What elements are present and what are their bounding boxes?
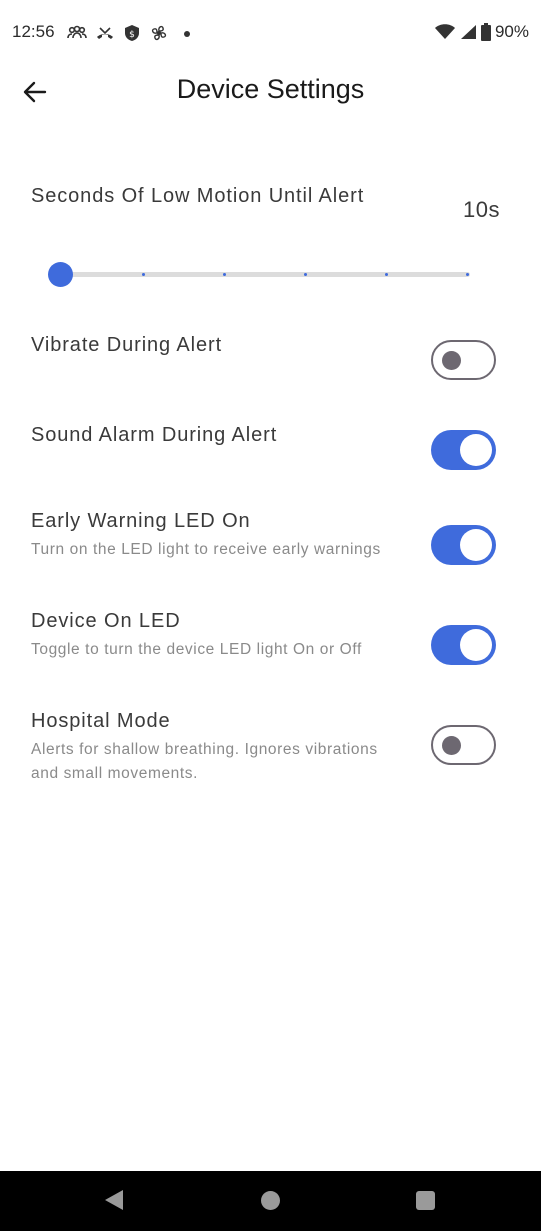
slider-tick xyxy=(385,273,388,276)
early-warning-label: Early Warning LED On xyxy=(31,510,251,532)
slider-tick xyxy=(466,273,469,276)
hospital-mode-toggle[interactable] xyxy=(431,725,496,765)
status-right: 90% xyxy=(434,22,529,42)
toggle-knob xyxy=(460,434,492,466)
sound-toggle[interactable] xyxy=(431,430,496,470)
device-led-description: Toggle to turn the device LED light On o… xyxy=(31,641,362,658)
early-warning-toggle[interactable] xyxy=(431,525,496,565)
nav-home-icon[interactable] xyxy=(261,1191,280,1210)
low-motion-slider-thumb[interactable] xyxy=(48,262,73,287)
vibrate-label: Vibrate During Alert xyxy=(31,334,223,356)
battery-icon xyxy=(480,23,491,41)
sound-label: Sound Alarm During Alert xyxy=(31,424,278,446)
nav-recents-icon[interactable] xyxy=(416,1191,435,1210)
hospital-mode-label: Hospital Mode xyxy=(31,710,171,732)
status-time: 12:56 xyxy=(12,22,55,41)
toggle-knob xyxy=(442,351,461,370)
page-title: Device Settings xyxy=(176,74,365,104)
early-warning-description: Turn on the LED light to receive early w… xyxy=(31,541,381,558)
fan-icon xyxy=(151,25,167,41)
slider-tick xyxy=(223,273,226,276)
battery-percent: 90% xyxy=(494,22,529,41)
device-led-toggle[interactable] xyxy=(431,625,496,665)
hospital-mode-description: Alerts for shallow breathing. Ignores vi… xyxy=(31,741,378,782)
signal-icon xyxy=(460,25,476,39)
nav-back-icon[interactable] xyxy=(105,1190,123,1210)
low-motion-label: Seconds Of Low Motion Until Alert xyxy=(31,185,365,207)
toggle-knob xyxy=(460,529,492,561)
device-led-label: Device On LED xyxy=(31,610,181,632)
toggle-knob xyxy=(442,736,461,755)
dot-icon xyxy=(184,31,190,37)
low-motion-value: 10s xyxy=(463,197,500,222)
vibrate-toggle[interactable] xyxy=(431,340,496,380)
low-motion-slider-track[interactable] xyxy=(60,272,470,277)
toggle-knob xyxy=(460,629,492,661)
svg-text:$: $ xyxy=(129,30,135,40)
people-icon xyxy=(67,25,87,39)
shield-icon: $ xyxy=(125,25,139,41)
slider-tick xyxy=(304,273,307,276)
wifi-icon xyxy=(434,24,455,39)
missed-call-icon xyxy=(97,27,113,39)
slider-tick xyxy=(142,273,145,276)
